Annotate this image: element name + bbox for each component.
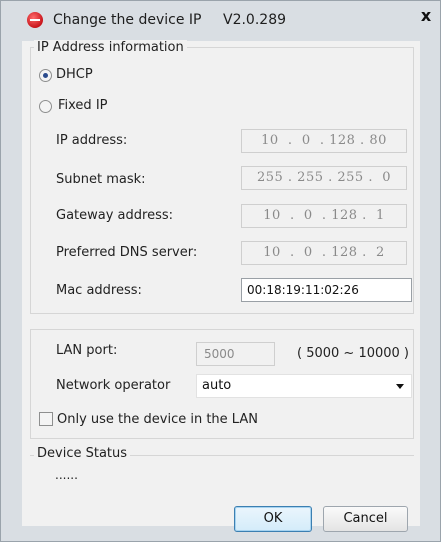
network-operator-value: auto xyxy=(202,378,232,393)
lan-port-field[interactable]: 5000 xyxy=(196,342,275,366)
close-button[interactable]: x xyxy=(413,5,439,27)
network-operator-select[interactable]: auto xyxy=(196,374,412,398)
ok-button[interactable]: OK xyxy=(234,506,312,532)
ip-address-label: IP address: xyxy=(56,133,128,148)
network-operator-label: Network operator xyxy=(56,378,171,393)
lan-port-range: ( 5000 ~ 10000 ) xyxy=(297,346,410,361)
mac-address-label: Mac address: xyxy=(56,283,142,298)
subnet-mask-label: Subnet mask: xyxy=(56,172,146,187)
change-ip-dialog: Change the device IP V2.0.289 x IP Addre… xyxy=(0,0,441,542)
window-title: Change the device IP xyxy=(53,12,202,28)
close-icon: x xyxy=(420,6,432,25)
dialog-body: IP Address information DHCP Fixed IP IP … xyxy=(22,40,420,532)
subnet-mask-field[interactable]: 255 . 255 . 255 . 0 xyxy=(241,166,407,190)
gateway-label: Gateway address: xyxy=(56,208,174,223)
dns-label: Preferred DNS server: xyxy=(56,245,198,260)
lan-port-label: LAN port: xyxy=(56,343,118,358)
device-status-label: Device Status xyxy=(34,446,131,461)
dhcp-radio[interactable] xyxy=(39,69,52,82)
fixed-ip-label: Fixed IP xyxy=(58,98,108,113)
mac-address-field[interactable]: 00:18:19:11:02:26 xyxy=(241,278,412,302)
ip-address-field[interactable]: 10 . 0 . 128 . 80 xyxy=(241,129,407,153)
window-version: V2.0.289 xyxy=(223,12,287,28)
cancel-button[interactable]: Cancel xyxy=(323,506,408,532)
device-status-text: ...... xyxy=(55,468,78,482)
gateway-field[interactable]: 10 . 0 . 128 . 1 xyxy=(241,204,407,228)
title-bar: Change the device IP V2.0.289 x xyxy=(1,1,440,41)
fixed-ip-radio[interactable] xyxy=(39,100,52,113)
dhcp-label: DHCP xyxy=(56,67,93,82)
lan-only-checkbox[interactable] xyxy=(39,412,53,426)
ip-group-label: IP Address information xyxy=(34,40,187,55)
dns-field[interactable]: 10 . 0 . 128 . 2 xyxy=(241,241,407,265)
app-icon xyxy=(27,12,43,28)
chevron-down-icon xyxy=(396,384,404,389)
lan-only-label: Only use the device in the LAN xyxy=(57,412,258,427)
